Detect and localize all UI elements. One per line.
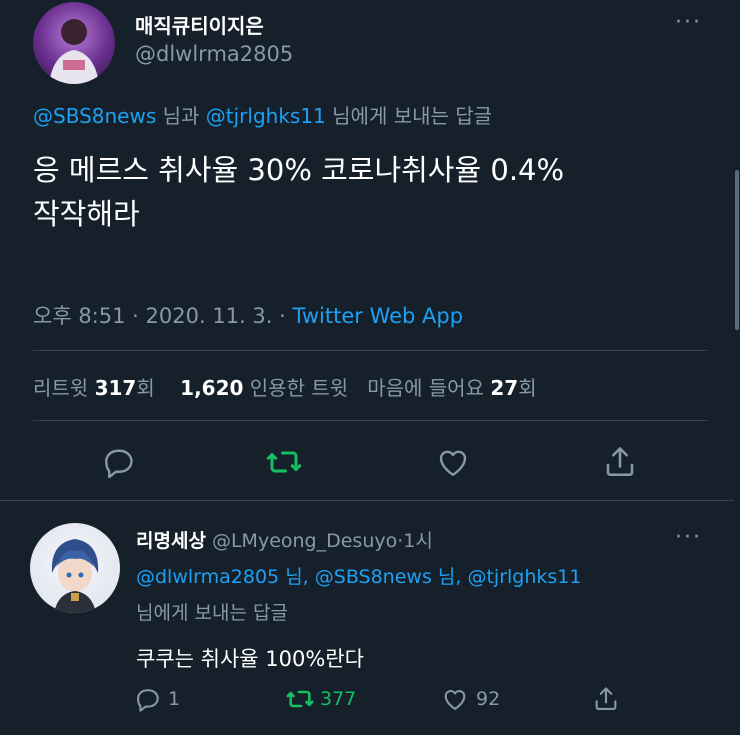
retweet-stat-unit: 회 xyxy=(136,376,155,400)
reply-header: 리명세상 @LMyeong_Desuyo·1시 xyxy=(136,526,433,553)
reply-context-text: 님과 xyxy=(162,104,200,128)
mention-link[interactable]: @tjrlghks11 xyxy=(206,104,326,128)
source-link[interactable]: Twitter Web App xyxy=(293,304,464,328)
mention-link[interactable]: @SBS8news xyxy=(33,104,156,128)
like-stat-count[interactable]: 27 xyxy=(490,376,518,400)
tweet-stats: 리트윗 317회 1,620 인용한 트윗 마음에 들어요 27회 xyxy=(33,372,537,401)
reply-icon[interactable] xyxy=(134,685,162,713)
tweet-text: 쿠쿠는 취사율 100%란다 xyxy=(136,647,364,671)
reply-context: @SBS8news 님과 @tjrlghks11 님에게 보내는 답글 xyxy=(33,100,492,129)
display-name[interactable]: 리명세상 xyxy=(136,530,206,552)
tweet-time[interactable]: 오후 8:51 xyxy=(33,304,125,328)
retweet-count: 377 xyxy=(320,688,357,710)
retweet-stat-label: 리트윗 xyxy=(33,376,89,400)
share-icon[interactable] xyxy=(592,684,620,714)
mention-link[interactable]: @dlwlrma2805 xyxy=(136,566,279,588)
divider xyxy=(0,500,740,501)
retweet-icon[interactable] xyxy=(265,444,303,480)
display-name[interactable]: 매직큐티이지은 xyxy=(135,10,264,39)
divider xyxy=(33,350,707,351)
like-stat-label: 마음에 들어요 xyxy=(367,376,484,400)
reply-context-text: 님, xyxy=(437,566,462,588)
reply-mentions: @dlwlrma2805 님, @SBS8news 님, @tjrlghks11 xyxy=(136,562,581,589)
reply-context-text: 님에게 보내는 답글 xyxy=(136,602,288,624)
avatar[interactable] xyxy=(33,2,115,84)
separator: · xyxy=(279,304,286,328)
user-handle[interactable]: @LMyeong_Desuyo xyxy=(212,530,397,552)
avatar[interactable] xyxy=(30,523,120,613)
quote-stat-count[interactable]: 1,620 xyxy=(180,376,243,400)
more-icon[interactable]: ··· xyxy=(675,527,702,549)
retweet-stat-count[interactable]: 317 xyxy=(95,376,137,400)
quote-stat-label: 인용한 트윗 xyxy=(249,376,349,400)
mention-link[interactable]: @SBS8news xyxy=(315,566,432,588)
scrollbar-track[interactable] xyxy=(734,0,740,735)
scrollbar-thumb[interactable] xyxy=(735,170,739,330)
reply-context-text: 님에게 보내는 답글 xyxy=(332,104,493,128)
reply-time[interactable]: 1시 xyxy=(403,530,433,552)
tweet-text: 응 메르스 취사율 30% 코로나취사율 0.4% 작작해라 xyxy=(33,148,564,236)
tweet-text-line: 작작해라 xyxy=(33,197,140,231)
reply-count: 1 xyxy=(168,688,181,710)
separator: · xyxy=(132,304,139,328)
like-count: 92 xyxy=(476,688,501,710)
user-handle[interactable]: @dlwlrma2805 xyxy=(135,42,293,66)
like-icon[interactable] xyxy=(434,444,472,480)
reply-icon[interactable] xyxy=(101,444,137,480)
like-icon[interactable] xyxy=(440,685,470,713)
tweet-date[interactable]: 2020. 11. 3. xyxy=(146,304,273,328)
tweet-text-line: 응 메르스 취사율 30% 코로나취사율 0.4% xyxy=(33,153,565,187)
tweet-timestamp: 오후 8:51 · 2020. 11. 3. · Twitter Web App xyxy=(33,300,463,330)
more-icon[interactable]: ··· xyxy=(675,12,702,34)
reply-context-text: 님, xyxy=(285,566,309,588)
retweet-icon[interactable] xyxy=(285,685,315,713)
divider xyxy=(33,420,707,421)
like-stat-unit: 회 xyxy=(518,376,537,400)
share-icon[interactable] xyxy=(602,444,638,480)
mention-link[interactable]: @tjrlghks11 xyxy=(467,566,581,588)
